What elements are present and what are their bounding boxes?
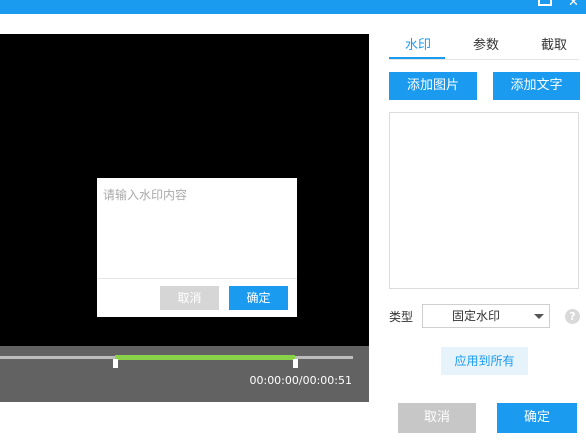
tab-parameters[interactable]: 参数 — [473, 34, 499, 53]
ok-button[interactable]: 确定 — [497, 403, 577, 433]
clip-end-handle[interactable] — [292, 359, 298, 368]
time-readout: 00:00:00/00:00:51 — [249, 374, 352, 387]
apply-to-all-button[interactable]: 应用到所有 — [441, 347, 528, 375]
watermark-list[interactable] — [389, 112, 579, 289]
cancel-button[interactable]: 取消 — [398, 403, 476, 433]
add-image-button[interactable]: 添加图片 — [389, 72, 477, 100]
chevron-down-icon — [534, 314, 544, 319]
type-select-value: 固定水印 — [451, 309, 500, 323]
type-select[interactable]: 固定水印 — [422, 304, 550, 328]
clip-range-fill — [114, 355, 295, 360]
video-preview: 取消 确定 — [0, 34, 369, 346]
watermark-text-input[interactable] — [97, 178, 297, 278]
type-label: 类型 — [389, 310, 414, 324]
help-icon[interactable]: ? — [565, 309, 580, 324]
dialog-divider — [97, 278, 297, 279]
maximize-icon[interactable] — [538, 0, 552, 6]
watermark-text-dialog: 取消 确定 — [97, 178, 297, 317]
playback-controls: 00:00:00/00:00:51 — [0, 346, 369, 402]
dialog-cancel-button[interactable]: 取消 — [160, 286, 219, 310]
close-icon[interactable]: ✕ — [568, 0, 579, 9]
clip-start-handle[interactable] — [112, 359, 118, 368]
title-bar: ✕ — [0, 0, 586, 14]
tab-watermark[interactable]: 水印 — [405, 34, 431, 53]
tab-divider — [389, 59, 579, 60]
dialog-ok-button[interactable]: 确定 — [229, 286, 288, 310]
tab-clip[interactable]: 截取 — [541, 34, 567, 53]
add-text-button[interactable]: 添加文字 — [493, 72, 580, 100]
